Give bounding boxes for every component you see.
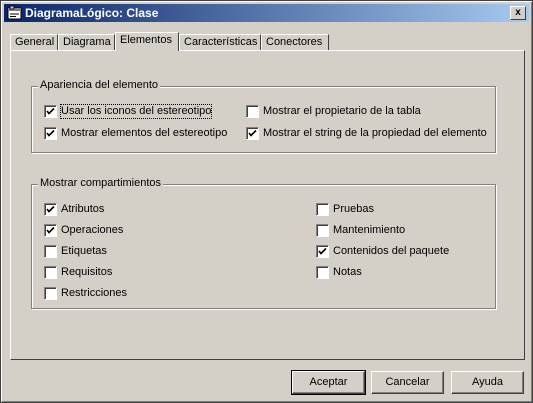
check-icon <box>248 129 257 137</box>
checkbox-box <box>44 127 57 140</box>
check-icon <box>318 247 327 255</box>
cancel-button[interactable]: Cancelar <box>371 371 444 394</box>
tab-diagrama[interactable]: Diagrama <box>58 34 115 50</box>
help-button[interactable]: Ayuda <box>451 371 524 394</box>
compartments-group-title: Mostrar compartimientos <box>38 177 164 189</box>
checkbox-label: Operaciones <box>61 224 124 236</box>
checkbox-box <box>316 224 329 237</box>
checkbox-box <box>316 245 329 258</box>
window-title: DiagramaLógico: Clase <box>25 6 159 20</box>
ok-button[interactable]: Aceptar <box>291 370 366 395</box>
checkbox-box <box>44 224 57 237</box>
checkbox-box <box>316 266 329 279</box>
app-icon <box>7 5 22 20</box>
tab-panel: Apariencia del elemento Usar los iconos … <box>10 50 525 360</box>
checkbox-box <box>316 203 329 216</box>
tab-caracteristicas[interactable]: Características <box>179 34 261 50</box>
checkbox-label: Pruebas <box>333 203 374 215</box>
checkbox-label: Mantenimiento <box>333 224 406 236</box>
checkbox-label: Etiquetas <box>61 245 107 257</box>
checkbox-box <box>246 105 259 118</box>
check-icon <box>46 129 55 137</box>
checkbox-label: Mostrar el propietario de la tabla <box>263 105 421 117</box>
check-icon <box>46 205 55 213</box>
title-bar[interactable]: DiagramaLógico: Clase x <box>4 4 529 22</box>
check-icon <box>46 107 55 115</box>
checkbox-box <box>44 203 57 216</box>
tab-general[interactable]: General <box>10 34 58 50</box>
compartments-group: Mostrar compartimientos Atributos Operac… <box>31 177 496 309</box>
tab-conectores[interactable]: Conectores <box>261 34 329 50</box>
checkbox-box <box>44 287 57 300</box>
appearance-group: Apariencia del elemento Usar los iconos … <box>31 79 496 153</box>
check-icon <box>46 226 55 234</box>
dialog-window: DiagramaLógico: Clase x General Diagrama… <box>0 0 533 403</box>
checkbox-box <box>44 266 57 279</box>
tab-elementos[interactable]: Elementos <box>115 32 179 51</box>
checkbox-box <box>246 127 259 140</box>
checkbox-box <box>44 105 57 118</box>
checkbox-label: Mostrar el string de la propiedad del el… <box>263 127 487 139</box>
appearance-group-title: Apariencia del elemento <box>38 79 161 91</box>
checkbox-label: Usar los iconos del estereotipo <box>59 104 213 119</box>
close-button[interactable]: x <box>510 6 526 20</box>
checkbox-label: Mostrar elementos del estereotipo <box>61 127 228 139</box>
checkbox-box <box>44 245 57 258</box>
checkbox-label: Notas <box>333 266 362 278</box>
checkbox-label: Restricciones <box>61 287 128 299</box>
close-icon: x <box>515 7 521 18</box>
checkbox-label: Contenidos del paquete <box>333 245 450 257</box>
checkbox-label: Requisitos <box>61 266 113 278</box>
checkbox-label: Atributos <box>61 203 105 215</box>
